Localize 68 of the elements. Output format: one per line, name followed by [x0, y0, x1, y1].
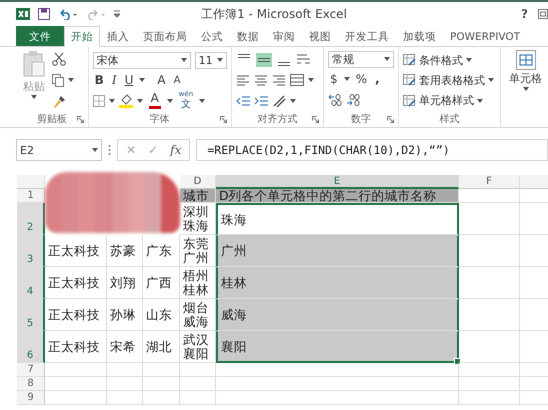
ribbon-tab[interactable]: 开发工具 [338, 26, 396, 46]
row-header[interactable]: 5 [17, 299, 45, 331]
table-cell[interactable]: 正太科技 [45, 299, 107, 331]
insert-function-button[interactable]: fx [170, 143, 182, 157]
table-cell[interactable]: 威海 [216, 299, 459, 331]
table-cell[interactable]: 城市 [180, 189, 216, 203]
number-format-dropdown[interactable]: 常规 [328, 50, 394, 68]
table-cell[interactable]: 广州 [216, 235, 459, 267]
ribbon-tab[interactable]: 插入 [100, 26, 136, 46]
cells-button[interactable]: 单元格 [507, 50, 544, 91]
styles-menu-button[interactable]: 套用表格格式 [402, 72, 494, 88]
ribbon-tab[interactable]: 公式 [194, 26, 230, 46]
table-cell[interactable]: 正太科技 [45, 331, 107, 363]
ribbon-tab[interactable]: POWERPIVOT [443, 26, 528, 46]
group-label: 数字 [350, 112, 371, 126]
table-cell[interactable]: 广东 [143, 235, 180, 267]
table-cell[interactable]: 桂林 [216, 267, 459, 299]
increase-font-size-button[interactable]: A [155, 72, 168, 88]
file-tab[interactable]: 文件 [16, 26, 64, 46]
table-cell[interactable]: 宋希 [107, 331, 143, 363]
row-header[interactable]: 4 [17, 267, 45, 299]
ribbon-tab[interactable]: 数据 [230, 26, 266, 46]
bold-button[interactable]: B [92, 72, 106, 88]
table-cell[interactable]: 广西 [143, 267, 180, 299]
underline-button[interactable]: U [122, 72, 136, 88]
styles-menu-button[interactable]: 单元格样式 [402, 93, 483, 108]
comma-style-button[interactable]: , [372, 70, 382, 87]
table-cell[interactable]: 襄阳 [216, 331, 459, 363]
ribbon-tab[interactable]: 审阅 [266, 26, 302, 46]
window-title: 工作簿1 - Microsoft Excel [201, 6, 347, 20]
table-cell[interactable]: 孙琳 [107, 299, 143, 331]
font-size-dropdown[interactable]: 11 [194, 52, 227, 69]
font-name-dropdown[interactable]: 宋体 [92, 52, 191, 69]
formula-field[interactable]: =REPLACE(D2,1,FIND(CHAR(10),D2),“”) [196, 139, 548, 161]
column-header[interactable]: D [180, 175, 216, 189]
percent-button[interactable]: % [354, 70, 369, 87]
table-cell[interactable]: 正太科技 [45, 235, 107, 267]
ribbon-tab[interactable]: 开始 [64, 26, 100, 47]
group-label: 字体 [150, 112, 170, 126]
row-header[interactable]: 8 [17, 377, 45, 391]
table-cell[interactable]: 山东 [143, 299, 180, 331]
table-cell[interactable]: 湖北 [143, 331, 180, 363]
row-header[interactable]: 7 [17, 363, 45, 377]
italic-button[interactable]: I [110, 72, 119, 88]
group-label: 剪贴板 [36, 112, 67, 126]
row-header[interactable]: 2 [17, 203, 45, 235]
table-cell[interactable]: 苏豪 [107, 235, 143, 267]
group-label: 样式 [439, 112, 460, 126]
ribbon-tab[interactable]: 加载项 [396, 26, 443, 46]
row-header[interactable]: 1 [17, 189, 45, 203]
ribbon-tab[interactable]: 页面布局 [136, 26, 194, 46]
name-box[interactable]: E2 [16, 139, 102, 161]
currency-button[interactable]: $ [328, 70, 340, 87]
help-button[interactable]: ? [521, 7, 528, 21]
group-label: 对齐方式 [257, 112, 298, 126]
column-header[interactable]: F [459, 175, 520, 189]
table-cell[interactable]: 刘翔 [107, 267, 143, 299]
row-header[interactable]: 9 [17, 391, 45, 405]
row-header[interactable]: 3 [17, 235, 45, 267]
row-header[interactable]: 6 [17, 331, 45, 363]
decrease-font-size-button[interactable]: A [172, 74, 182, 87]
table-cell[interactable]: 珠海 [216, 203, 459, 235]
column-header[interactable]: E [216, 175, 459, 189]
ribbon-tab[interactable]: 视图 [302, 26, 338, 46]
styles-menu-button[interactable]: 条件格式 [402, 52, 472, 68]
font-color-button[interactable]: A [146, 91, 163, 110]
table-cell[interactable]: 正太科技 [45, 267, 107, 299]
table-cell[interactable]: D列各个单元格中的第二行的城市名称 [216, 189, 459, 203]
